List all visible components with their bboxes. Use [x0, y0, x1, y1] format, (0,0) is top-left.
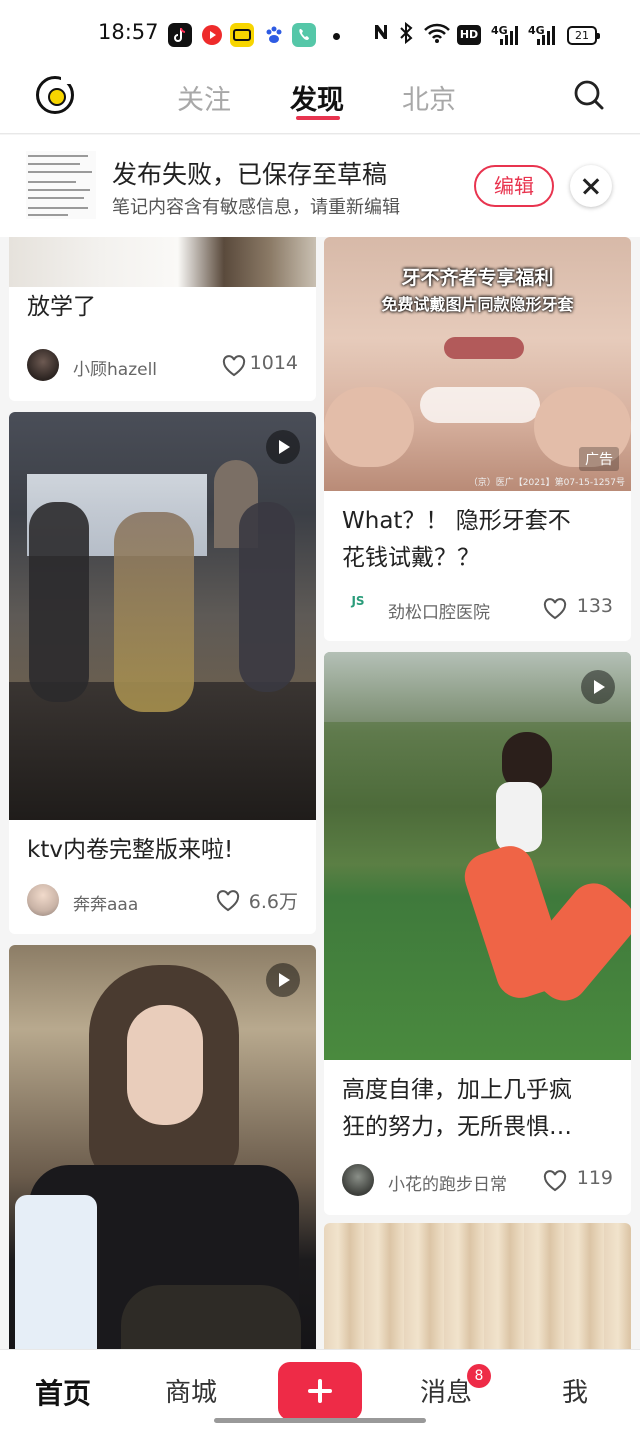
ad-note-card[interactable]: 牙不齐者专享福利 免费试戴图片同款隐形牙套 广告 （京）医广【2021】第07-…	[324, 237, 631, 641]
wifi-icon	[424, 22, 450, 49]
status-dot	[333, 33, 340, 40]
brand-logo-icon[interactable]: JS	[342, 594, 374, 622]
status-time: 18:57	[98, 20, 159, 44]
tab-following[interactable]: 关注	[177, 78, 231, 117]
like-count: 133	[576, 595, 613, 617]
avatar[interactable]	[27, 349, 59, 381]
nav-messages[interactable]: 消息	[420, 1372, 472, 1409]
avatar[interactable]	[342, 1164, 374, 1196]
ad-overlay-subline: 免费试戴图片同款隐形牙套	[381, 295, 574, 314]
note-title: ktv内卷完整版来啦!	[27, 837, 234, 863]
author-name[interactable]: 小花的跑步日常	[388, 1170, 507, 1195]
note-card[interactable]	[324, 1223, 631, 1349]
video-play-icon	[581, 670, 615, 704]
note-meta: JS 劲松口腔医院 133	[342, 592, 613, 626]
nav-mall[interactable]: 商城	[165, 1372, 217, 1409]
battery-icon: 21	[567, 26, 600, 45]
author-name[interactable]: 奔奔aaa	[73, 890, 138, 915]
feed: 放学了 小顾hazell 1014 ktv内卷完整版来啦! 奔奔aaa 6.6万…	[0, 237, 640, 1349]
avatar[interactable]	[27, 884, 59, 916]
tiktok-icon	[168, 23, 192, 47]
status-bar: 18:57 HD 4G 4G 21	[0, 0, 640, 66]
note-meta: 小顾hazell 1014	[27, 349, 298, 383]
tab-discover[interactable]: 发现	[290, 78, 344, 117]
note-title: 放学了	[27, 294, 96, 320]
bottom-nav: 首页 商城 消息 8 我	[0, 1349, 640, 1429]
video-play-icon	[266, 430, 300, 464]
note-card[interactable]	[9, 945, 316, 1349]
note-title-line-1: 高度自律，加上几乎疯	[342, 1077, 572, 1103]
note-image	[324, 652, 631, 1060]
message-badge: 8	[467, 1364, 491, 1388]
ad-overlay-headline: 牙不齐者专享福利	[401, 267, 554, 289]
close-icon[interactable]	[570, 165, 612, 207]
top-nav: 关注 发现 北京	[0, 66, 640, 134]
signal-icon	[498, 26, 518, 45]
search-icon[interactable]	[574, 80, 604, 110]
note-image	[9, 945, 316, 1349]
signal-icon	[535, 26, 555, 45]
active-tab-indicator	[296, 116, 340, 120]
baidu-paw-icon	[262, 23, 286, 47]
ad-license-text: （京）医广【2021】第07-15-1257号	[468, 478, 625, 488]
note-card[interactable]: 高度自律，加上几乎疯 狂的努力，无所畏惧… 小花的跑步日常 119	[324, 652, 631, 1215]
phone-icon	[292, 23, 316, 47]
nfc-icon	[372, 22, 390, 47]
author-name[interactable]: 劲松口腔医院	[388, 598, 490, 623]
note-title-line-1: What？！ 隐形牙套不	[342, 508, 571, 534]
draft-subtitle: 笔记内容含有敏感信息，请重新编辑	[112, 197, 400, 218]
nav-me[interactable]: 我	[562, 1372, 588, 1409]
edit-button[interactable]: 编辑	[474, 165, 554, 207]
like-count: 119	[576, 1167, 613, 1189]
heart-icon[interactable]	[222, 355, 246, 377]
heart-icon[interactable]	[543, 598, 567, 620]
draft-title: 发布失败，已保存至草稿	[112, 160, 388, 189]
note-card[interactable]: 放学了 小顾hazell 1014	[9, 237, 316, 401]
note-title-line-2: 狂的努力，无所畏惧…	[342, 1114, 572, 1140]
author-name[interactable]: 小顾hazell	[73, 355, 157, 380]
note-image	[9, 237, 316, 287]
screen: 18:57 HD 4G 4G 21 关注 发现 北京 发布失败，已保存至草稿 笔…	[0, 0, 640, 1429]
tab-local-city[interactable]: 北京	[402, 78, 456, 117]
nav-home[interactable]: 首页	[35, 1372, 91, 1412]
red-app-icon	[200, 23, 224, 47]
hd-indicator: HD	[457, 25, 481, 45]
create-post-button[interactable]	[278, 1362, 362, 1420]
ad-label: 广告	[579, 447, 619, 471]
like-count: 6.6万	[248, 891, 298, 913]
like-count: 1014	[249, 352, 298, 374]
note-title-line-2: 花钱试戴？？	[342, 545, 480, 571]
video-play-icon	[266, 963, 300, 997]
note-image	[324, 1223, 631, 1349]
yellow-app-icon	[230, 23, 254, 47]
heart-icon[interactable]	[216, 890, 240, 912]
note-image	[9, 412, 316, 820]
draft-thumbnail[interactable]	[26, 151, 96, 219]
draft-failed-banner: 发布失败，已保存至草稿 笔记内容含有敏感信息，请重新编辑 编辑	[0, 135, 640, 237]
note-meta: 奔奔aaa 6.6万	[27, 884, 298, 918]
bluetooth-icon	[398, 21, 414, 49]
app-logo-icon[interactable]	[36, 76, 74, 114]
heart-icon[interactable]	[543, 1170, 567, 1192]
home-indicator[interactable]	[214, 1418, 426, 1423]
note-meta: 小花的跑步日常 119	[342, 1164, 613, 1198]
note-card[interactable]: ktv内卷完整版来啦! 奔奔aaa 6.6万	[9, 412, 316, 934]
